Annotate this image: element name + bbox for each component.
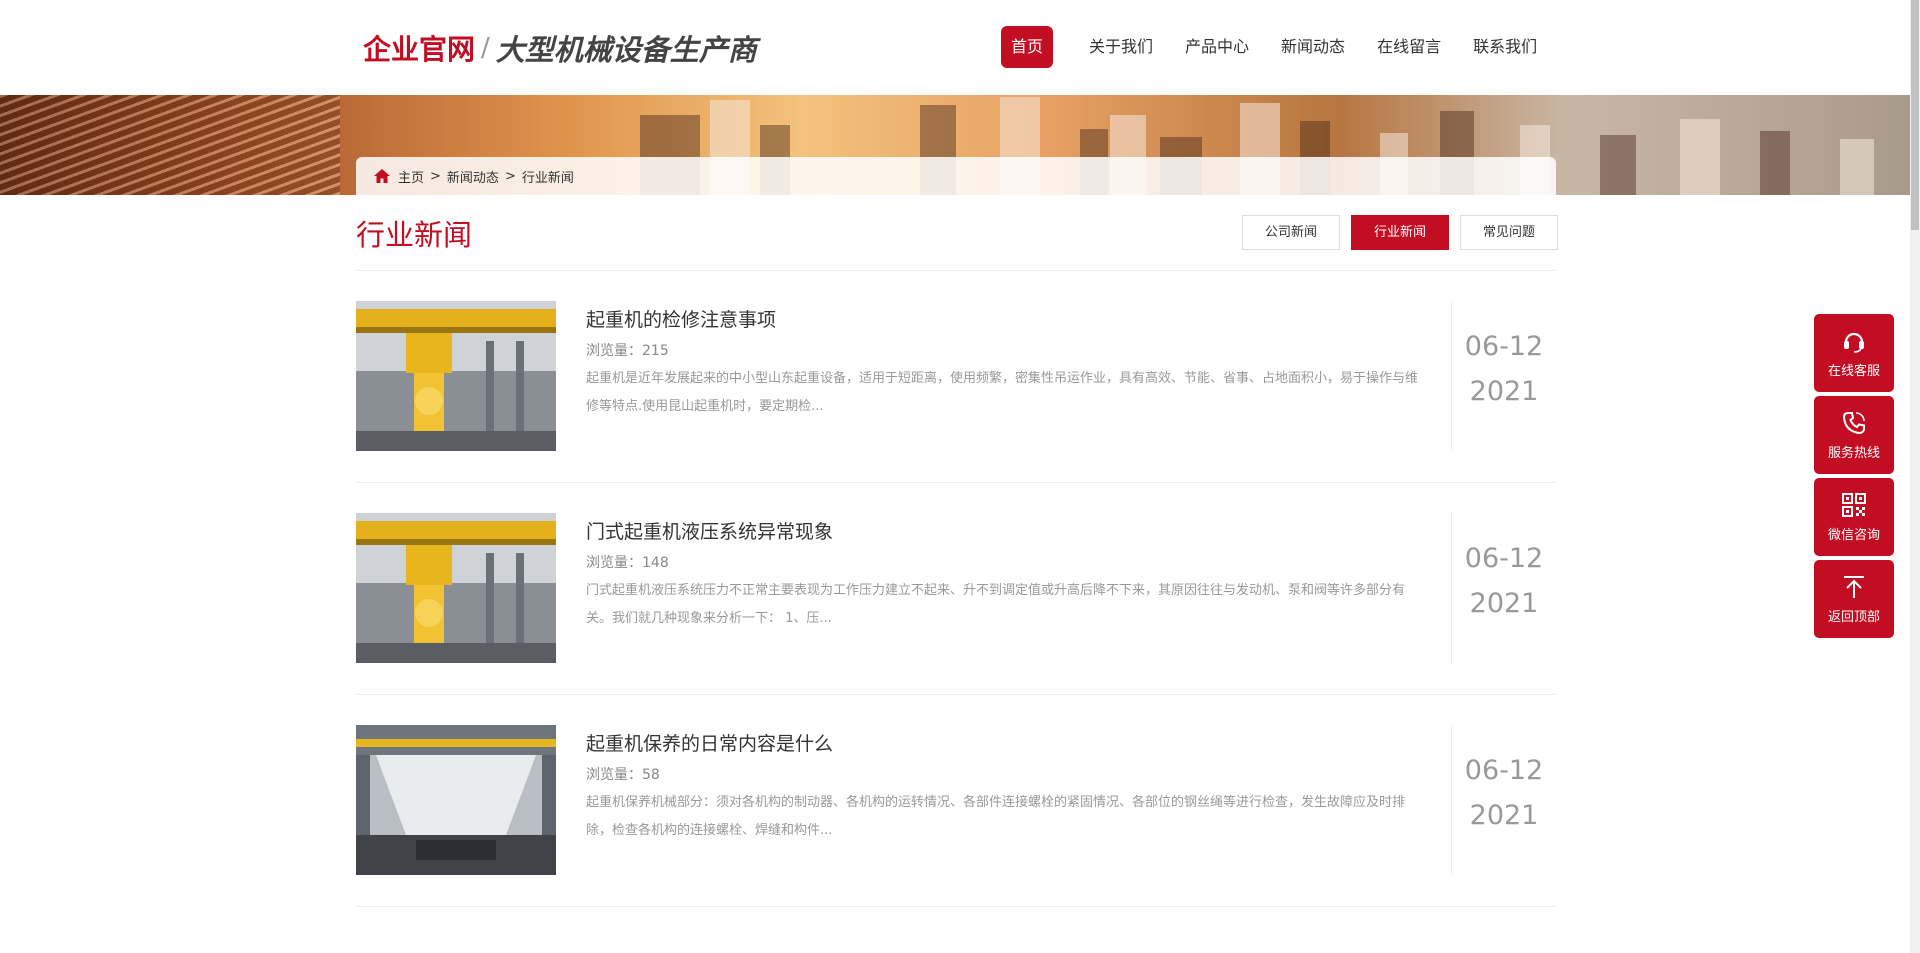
news-views: 浏览量：215 bbox=[586, 340, 1422, 360]
scrollbar-thumb[interactable] bbox=[1911, 0, 1919, 230]
news-date: 06-12 2021 bbox=[1451, 513, 1556, 663]
nav-item-news[interactable]: 新闻动态 bbox=[1271, 26, 1355, 68]
views-count: 148 bbox=[642, 555, 669, 571]
factory-image bbox=[356, 725, 556, 875]
main-nav: 首页 关于我们 产品中心 新闻动态 在线留言 联系我们 bbox=[1001, 26, 1559, 68]
headset-icon bbox=[1844, 332, 1864, 353]
site-logo[interactable]: 企业官网 / 大型机械设备生产商 bbox=[363, 28, 757, 68]
logo-brand: 企业官网 bbox=[363, 33, 476, 66]
site-header: 企业官网 / 大型机械设备生产商 首页 关于我们 产品中心 新闻动态 在线留言 … bbox=[0, 0, 1910, 95]
side-button-label: 返回顶部 bbox=[1827, 610, 1880, 625]
nav-item-about[interactable]: 关于我们 bbox=[1079, 26, 1163, 68]
phone-icon bbox=[1842, 412, 1865, 435]
qrcode-icon bbox=[1842, 493, 1866, 517]
views-label: 浏览量： bbox=[586, 767, 642, 783]
news-item[interactable]: 起重机的检修注意事项 浏览量：215 起重机是近年发展起来的中小型山东起重设备，… bbox=[356, 271, 1556, 483]
breadcrumb-current[interactable]: 行业新闻 bbox=[522, 167, 574, 186]
views-label: 浏览量： bbox=[586, 555, 642, 571]
news-thumbnail[interactable] bbox=[356, 301, 556, 451]
nav-item-products[interactable]: 产品中心 bbox=[1175, 26, 1259, 68]
news-body: 门式起重机液压系统异常现象 浏览量：148 门式起重机液压系统压力不正常主要表现… bbox=[586, 513, 1422, 633]
nav-item-contact[interactable]: 联系我们 bbox=[1463, 26, 1547, 68]
news-body: 起重机保养的日常内容是什么 浏览量：58 起重机保养机械部分：须对各机构的制动器… bbox=[586, 725, 1422, 845]
date-month-day: 06-12 bbox=[1464, 543, 1544, 574]
page-title: 行业新闻 bbox=[356, 218, 473, 252]
breadcrumb-separator: > bbox=[430, 168, 441, 184]
date-year: 2021 bbox=[1469, 588, 1539, 619]
date-month-day: 06-12 bbox=[1464, 331, 1544, 362]
banner-stripes bbox=[0, 95, 340, 195]
crane-image bbox=[356, 513, 556, 663]
news-summary: 起重机保养机械部分：须对各机构的制动器、各机构的运转情况、各部件连接螺栓的紧固情… bbox=[586, 795, 1406, 838]
banner-building bbox=[1840, 139, 1874, 195]
views-count: 215 bbox=[642, 343, 669, 359]
news-thumbnail[interactable] bbox=[356, 725, 556, 875]
news-summary: 门式起重机液压系统压力不正常主要表现为工作压力建立不起来、升不到调定值或升高后降… bbox=[586, 583, 1406, 626]
news-body: 起重机的检修注意事项 浏览量：215 起重机是近年发展起来的中小型山东起重设备，… bbox=[586, 301, 1422, 421]
logo-separator: / bbox=[481, 33, 490, 63]
news-title[interactable]: 门式起重机液压系统异常现象 bbox=[586, 517, 1422, 544]
banner-building bbox=[1600, 135, 1636, 195]
breadcrumb: 主页 > 新闻动态 > 行业新闻 bbox=[356, 157, 1556, 195]
vertical-scrollbar[interactable] bbox=[1910, 0, 1920, 953]
hotline-button[interactable]: 服务热线 bbox=[1814, 396, 1894, 474]
side-button-label: 在线客服 bbox=[1827, 364, 1880, 379]
date-year: 2021 bbox=[1469, 376, 1539, 407]
news-thumbnail[interactable] bbox=[356, 513, 556, 663]
news-title[interactable]: 起重机的检修注意事项 bbox=[586, 305, 1422, 332]
news-title[interactable]: 起重机保养的日常内容是什么 bbox=[586, 729, 1422, 756]
nav-item-home[interactable]: 首页 bbox=[1001, 26, 1054, 68]
nav-item-message[interactable]: 在线留言 bbox=[1367, 26, 1451, 68]
news-date: 06-12 2021 bbox=[1451, 725, 1556, 875]
breadcrumb-separator: > bbox=[504, 168, 516, 184]
views-count: 58 bbox=[642, 767, 660, 783]
online-service-button[interactable]: 在线客服 bbox=[1814, 314, 1894, 392]
news-date: 06-12 2021 bbox=[1451, 301, 1556, 451]
tab-faq[interactable]: 常见问题 bbox=[1460, 215, 1558, 250]
crane-image bbox=[356, 301, 556, 451]
side-button-label: 微信咨询 bbox=[1827, 528, 1880, 543]
breadcrumb-home[interactable]: 主页 bbox=[398, 167, 424, 186]
home-icon[interactable] bbox=[374, 169, 390, 183]
news-item[interactable]: 起重机保养的日常内容是什么 浏览量：58 起重机保养机械部分：须对各机构的制动器… bbox=[356, 695, 1556, 907]
side-toolbar: 在线客服 服务热线 微信咨询 返回顶部 bbox=[1814, 314, 1894, 642]
breadcrumb-news[interactable]: 新闻动态 bbox=[447, 167, 499, 186]
news-item[interactable]: 门式起重机液压系统异常现象 浏览量：148 门式起重机液压系统压力不正常主要表现… bbox=[356, 483, 1556, 695]
tab-industry-news[interactable]: 行业新闻 bbox=[1351, 215, 1449, 250]
banner-building bbox=[1680, 119, 1720, 195]
news-views: 浏览量：58 bbox=[586, 764, 1422, 784]
logo-slogan: 大型机械设备生产商 bbox=[495, 33, 757, 67]
views-label: 浏览量： bbox=[586, 343, 642, 359]
wechat-consult-button[interactable]: 微信咨询 bbox=[1814, 478, 1894, 556]
date-month-day: 06-12 bbox=[1464, 755, 1544, 786]
tab-company-news[interactable]: 公司新闻 bbox=[1242, 215, 1340, 250]
banner-building bbox=[1760, 131, 1790, 195]
news-views: 浏览量：148 bbox=[586, 552, 1422, 572]
news-summary: 起重机是近年发展起来的中小型山东起重设备，适用于短距离，使用频繁，密集性吊运作业… bbox=[586, 371, 1419, 414]
arrow-up-icon bbox=[1844, 576, 1864, 598]
back-to-top-button[interactable]: 返回顶部 bbox=[1814, 560, 1894, 638]
side-button-label: 服务热线 bbox=[1827, 446, 1880, 461]
date-year: 2021 bbox=[1469, 800, 1539, 831]
category-tabs: 公司新闻 行业新闻 常见问题 bbox=[1242, 215, 1558, 250]
